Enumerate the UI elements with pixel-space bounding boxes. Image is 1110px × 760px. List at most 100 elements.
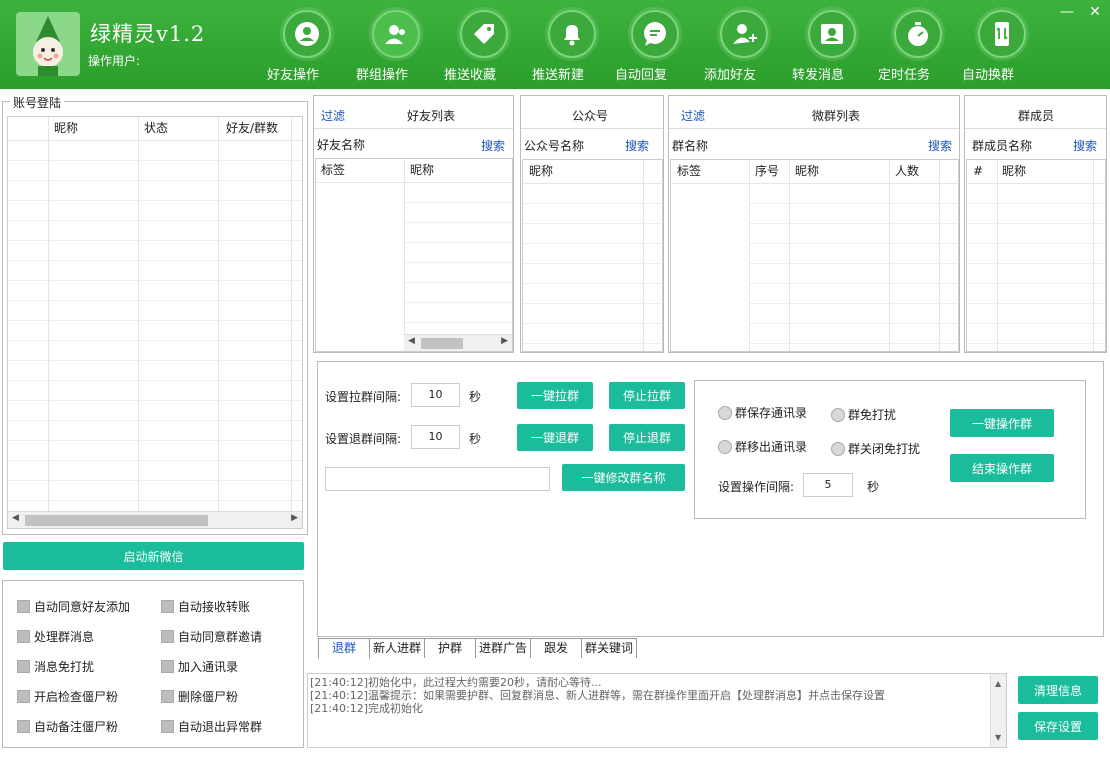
log-vscroll[interactable]: ▲ ▼: [990, 674, 1006, 747]
checkbox-auto-accept-friend[interactable]: 自动同意好友添加: [17, 598, 130, 615]
start-new-wechat-button[interactable]: 启动新微信: [3, 542, 304, 570]
friend-search-button[interactable]: 搜索: [481, 137, 505, 154]
tab-quit-group[interactable]: 退群: [318, 638, 370, 660]
toolbar-friend-ops[interactable]: 好友操作: [267, 10, 347, 83]
column-header-nickname[interactable]: 昵称: [1002, 160, 1026, 182]
tab-protect-group[interactable]: 护群: [424, 638, 477, 658]
toolbar-label: 添加好友: [704, 68, 757, 83]
quit-interval-unit: 秒: [469, 432, 482, 446]
log-line: [21:40:12]初始化中，此过程大约需要20秒，请耐心等待...: [310, 676, 602, 689]
clear-info-button[interactable]: 清理信息: [1018, 676, 1098, 704]
group-table[interactable]: 标签 序号 昵称 人数: [670, 159, 959, 352]
tag-icon: [474, 24, 494, 44]
group-rename-input[interactable]: [325, 467, 550, 491]
account-table-hscroll[interactable]: ◀ ▶: [8, 511, 302, 528]
checkbox-handle-group-messages[interactable]: 处理群消息: [17, 628, 94, 645]
column-header-nickname[interactable]: 昵称: [410, 159, 434, 181]
toolbar-label: 自动换群: [962, 68, 1015, 83]
app-title: 绿精灵v1.2: [90, 22, 206, 46]
checkbox-auto-accept-group-invite[interactable]: 自动同意群邀请: [161, 628, 262, 645]
checkbox-auto-receive-transfer[interactable]: 自动接收转账: [161, 598, 250, 615]
toolbar-auto-switch-group[interactable]: 自动换群: [962, 10, 1042, 83]
toolbar-forward-message[interactable]: 转发消息: [792, 10, 872, 83]
checkbox-label: 开启检查僵尸粉: [34, 690, 119, 704]
checkbox-label: 自动同意群邀请: [178, 630, 263, 644]
contact-card-icon: [821, 24, 843, 44]
checkbox-remark-zombie-fans[interactable]: 自动备注僵尸粉: [17, 718, 118, 735]
scroll-up-icon[interactable]: ▲: [995, 677, 1001, 690]
scroll-right-icon[interactable]: ▶: [291, 513, 298, 523]
stop-quit-group-button[interactable]: 停止退群: [609, 424, 685, 451]
friend-table-hscroll[interactable]: ◀ ▶: [404, 334, 512, 351]
tab-follow-post[interactable]: 跟发: [530, 638, 583, 658]
close-button[interactable]: ✕: [1085, 4, 1105, 20]
group-member-table[interactable]: # 昵称: [966, 159, 1106, 352]
tab-join-group-ad[interactable]: 进群广告: [475, 638, 532, 658]
toolbar-label: 好友操作: [267, 68, 320, 83]
toolbar-group-ops[interactable]: 群组操作: [356, 10, 436, 83]
radio-label: 群保存通讯录: [735, 406, 808, 420]
scroll-right-icon[interactable]: ▶: [501, 336, 508, 346]
one-click-pull-group-button[interactable]: 一键拉群: [517, 382, 593, 409]
column-header-friend-group-count[interactable]: 好友/群数: [226, 117, 278, 139]
one-click-quit-group-button[interactable]: 一键退群: [517, 424, 593, 451]
radio-group-dnd[interactable]: 群免打扰: [831, 406, 896, 423]
checkbox-label: 自动接收转账: [178, 600, 251, 614]
scroll-down-icon[interactable]: ▼: [995, 731, 1001, 744]
scroll-left-icon[interactable]: ◀: [12, 513, 19, 523]
pull-interval-input[interactable]: 10: [411, 383, 460, 407]
operation-interval-unit: 秒: [867, 480, 880, 494]
scroll-left-icon[interactable]: ◀: [408, 336, 415, 346]
toolbar-add-friend[interactable]: 添加好友: [704, 10, 784, 83]
checkbox-check-zombie-fans[interactable]: 开启检查僵尸粉: [17, 688, 118, 705]
column-header-nickname[interactable]: 昵称: [54, 117, 78, 139]
column-header-number[interactable]: #: [973, 160, 983, 182]
checkbox-auto-exit-abnormal-group[interactable]: 自动退出异常群: [161, 718, 262, 735]
end-operate-group-button[interactable]: 结束操作群: [950, 454, 1054, 482]
checkbox-message-dnd[interactable]: 消息免打扰: [17, 658, 94, 675]
account-table[interactable]: 昵称 状态 好友/群数 ◀ ▶: [7, 116, 303, 529]
group-filter-link[interactable]: 过滤: [681, 107, 705, 124]
toolbar-push-favorites[interactable]: 推送收藏: [444, 10, 524, 83]
group-member-search-button[interactable]: 搜索: [1073, 137, 1097, 154]
checkbox-label: 加入通讯录: [178, 660, 239, 674]
friend-table[interactable]: 标签 昵称 ◀ ▶: [315, 158, 513, 352]
official-account-name-label: 公众号名称: [524, 139, 585, 153]
quit-interval-input[interactable]: 10: [411, 425, 460, 449]
column-header-nickname[interactable]: 昵称: [795, 160, 819, 182]
radio-group-remove-contacts[interactable]: 群移出通讯录: [718, 438, 807, 455]
one-click-operate-group-button[interactable]: 一键操作群: [950, 409, 1054, 437]
column-header-nickname[interactable]: 昵称: [529, 160, 553, 182]
friend-filter-link[interactable]: 过滤: [321, 107, 345, 124]
radio-group-disable-dnd[interactable]: 群关闭免打扰: [831, 440, 920, 457]
checkbox-add-to-contacts[interactable]: 加入通讯录: [161, 658, 238, 675]
checkbox-delete-zombie-fans[interactable]: 删除僵尸粉: [161, 688, 238, 705]
column-header-member-count[interactable]: 人数: [895, 160, 919, 182]
tab-new-member-join[interactable]: 新人进群: [369, 638, 426, 658]
column-header-tag[interactable]: 标签: [321, 159, 345, 181]
minimize-button[interactable]: —: [1057, 4, 1077, 20]
stopwatch-icon: [908, 22, 928, 46]
toolbar-label: 定时任务: [878, 68, 931, 83]
radio-label: 群关闭免打扰: [848, 442, 921, 456]
column-header-tag[interactable]: 标签: [677, 160, 701, 182]
official-account-title: 公众号: [572, 109, 609, 123]
operation-interval-input[interactable]: 5: [803, 473, 853, 497]
column-header-index[interactable]: 序号: [755, 160, 779, 182]
group-search-button[interactable]: 搜索: [928, 137, 952, 154]
official-account-table[interactable]: 昵称: [522, 159, 663, 352]
one-click-rename-group-button[interactable]: 一键修改群名称: [562, 464, 685, 491]
radio-group-save-contacts[interactable]: 群保存通讯录: [718, 404, 807, 421]
save-settings-button[interactable]: 保存设置: [1018, 712, 1098, 740]
checkbox-label: 自动退出异常群: [178, 720, 263, 734]
toolbar-auto-reply[interactable]: 自动回复: [615, 10, 695, 83]
tab-group-keywords[interactable]: 群关键词: [581, 638, 638, 658]
log-output[interactable]: [21:40:12]初始化中，此过程大约需要20秒，请耐心等待... [21:4…: [307, 673, 1007, 748]
log-line: [21:40:12]温馨提示：如果需要护群、回复群消息、新人进群等，需在群操作里…: [310, 689, 885, 702]
toolbar-push-new[interactable]: 推送新建: [532, 10, 612, 83]
column-header-status[interactable]: 状态: [144, 117, 168, 139]
official-account-search-button[interactable]: 搜索: [625, 137, 649, 154]
toolbar-scheduled-task[interactable]: 定时任务: [878, 10, 958, 83]
radio-label: 群移出通讯录: [735, 440, 808, 454]
stop-pull-group-button[interactable]: 停止拉群: [609, 382, 685, 409]
